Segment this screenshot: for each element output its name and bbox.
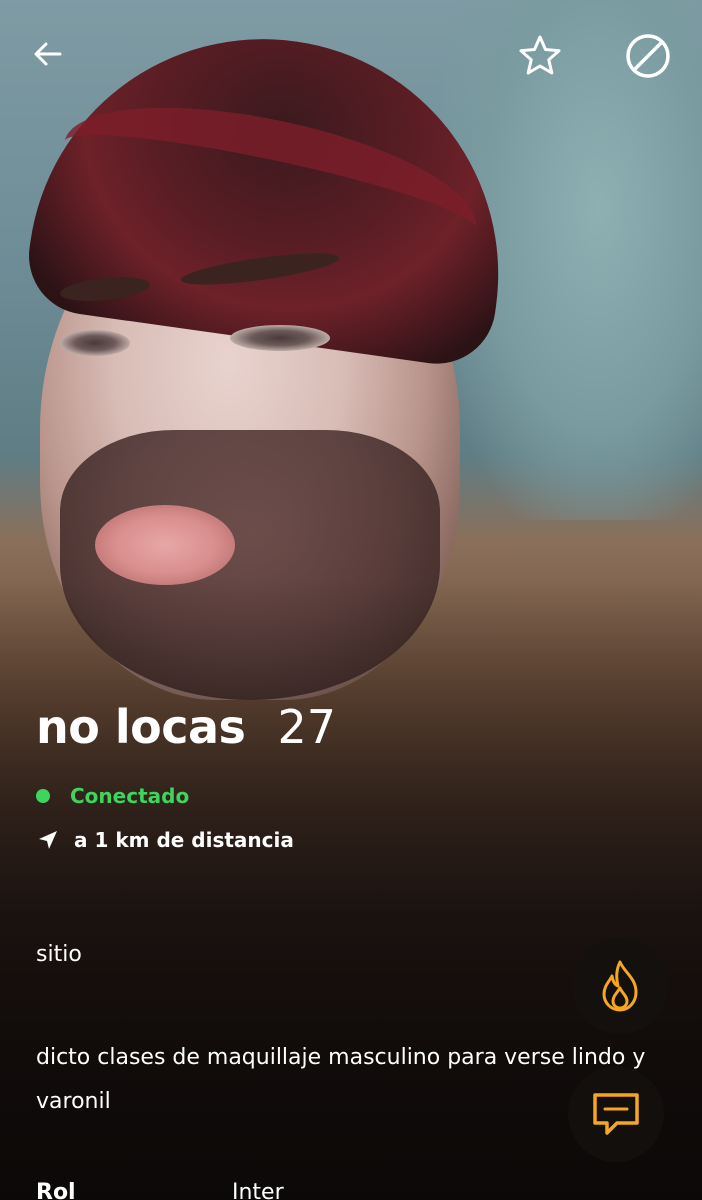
arrow-left-icon <box>34 42 62 66</box>
name-age-row: no locas 27 <box>36 700 336 754</box>
online-status: Conectado <box>36 784 189 808</box>
online-dot-icon <box>36 789 50 803</box>
block-circle-icon <box>626 34 670 78</box>
chat-button[interactable] <box>568 1066 664 1162</box>
profile-screen: no locas 27 Conectado a 1 km de distanci… <box>0 0 702 1200</box>
tap-button[interactable] <box>572 938 668 1034</box>
back-button[interactable] <box>18 24 78 84</box>
profile-headline: sitio <box>36 942 82 967</box>
age: 27 <box>277 700 336 754</box>
chat-bubble-icon <box>593 1093 639 1135</box>
distance-row: a 1 km de distancia <box>36 828 294 852</box>
field-label-inter: Inter <box>232 1180 284 1200</box>
star-outline-icon <box>519 35 561 75</box>
flame-icon <box>602 960 638 1012</box>
status-text: Conectado <box>70 784 190 808</box>
top-bar <box>0 0 702 110</box>
distance-text: a 1 km de distancia <box>74 828 294 852</box>
display-name: no locas <box>36 700 246 754</box>
field-label-rol: Rol <box>36 1180 76 1200</box>
location-arrow-icon <box>39 831 57 849</box>
favorite-button[interactable] <box>510 26 570 86</box>
block-button[interactable] <box>618 26 678 86</box>
